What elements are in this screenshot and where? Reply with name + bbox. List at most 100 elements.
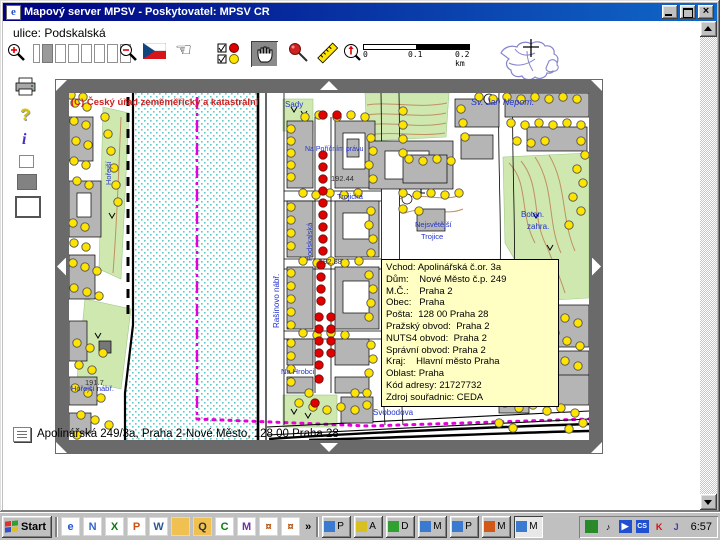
address-point[interactable] — [81, 242, 91, 252]
measure-ruler-tool[interactable] — [315, 41, 339, 65]
address-point[interactable] — [71, 136, 81, 146]
search-result-point[interactable] — [314, 324, 324, 334]
overflow-chevron[interactable]: » — [303, 521, 313, 533]
address-point[interactable] — [564, 220, 574, 230]
map-size-small-button[interactable] — [19, 155, 34, 168]
address-point[interactable] — [508, 423, 518, 433]
folder-icon[interactable] — [171, 517, 191, 536]
address-point[interactable] — [576, 120, 586, 130]
search-result-point[interactable] — [314, 348, 324, 358]
taskbar-window-button-2[interactable]: A — [354, 515, 384, 538]
pushpin-tool[interactable] — [287, 41, 310, 64]
taskbar-window-button-3[interactable]: D — [386, 515, 416, 538]
address-point[interactable] — [286, 294, 296, 304]
address-point[interactable] — [76, 410, 86, 420]
search-result-point[interactable] — [310, 398, 320, 408]
address-point[interactable] — [560, 313, 570, 323]
address-point[interactable] — [286, 338, 296, 348]
search-result-point[interactable] — [326, 312, 336, 322]
address-point[interactable] — [368, 234, 378, 244]
zoom-level-box-2[interactable] — [42, 44, 53, 63]
app1-icon[interactable]: ¤ — [259, 517, 279, 536]
address-point[interactable] — [350, 388, 360, 398]
address-point[interactable] — [84, 180, 94, 190]
address-point[interactable] — [69, 238, 79, 248]
address-point[interactable] — [440, 190, 450, 200]
address-point[interactable] — [362, 400, 372, 410]
address-point[interactable] — [72, 176, 82, 186]
zoom-level-box-3[interactable] — [55, 44, 66, 63]
address-point[interactable] — [87, 365, 97, 375]
help-button[interactable]: ? — [20, 105, 49, 125]
address-point[interactable] — [562, 118, 572, 128]
address-point[interactable] — [404, 154, 414, 164]
search-result-point[interactable] — [314, 374, 324, 384]
address-point[interactable] — [364, 160, 374, 170]
search-result-point[interactable] — [314, 336, 324, 346]
address-point[interactable] — [446, 156, 456, 166]
address-point[interactable] — [576, 206, 586, 216]
media-player-icon[interactable]: ▶ — [618, 520, 632, 533]
titlebar[interactable]: e Mapový server MPSV - Poskytovatel: MPS… — [3, 3, 717, 21]
address-point[interactable] — [92, 266, 102, 276]
search-result-point[interactable] — [316, 296, 326, 306]
address-point[interactable] — [572, 164, 582, 174]
address-point[interactable] — [364, 270, 374, 280]
search-result-point[interactable] — [316, 284, 326, 294]
address-point[interactable] — [300, 112, 310, 122]
address-point[interactable] — [366, 133, 376, 143]
address-point[interactable] — [568, 192, 578, 202]
address-point[interactable] — [103, 129, 113, 139]
address-point[interactable] — [69, 116, 79, 126]
address-point[interactable] — [398, 134, 408, 144]
notepad-icon[interactable]: N — [83, 517, 103, 536]
pan-northwest-arrow[interactable] — [56, 80, 67, 91]
czech-flag-icon[interactable] — [143, 43, 166, 59]
address-point[interactable] — [85, 343, 95, 353]
address-point[interactable] — [573, 361, 583, 371]
address-point[interactable] — [298, 328, 308, 338]
address-point[interactable] — [83, 140, 93, 150]
address-point[interactable] — [558, 93, 568, 102]
pan-southeast-arrow[interactable] — [591, 442, 602, 453]
address-point[interactable] — [494, 418, 504, 428]
app2-icon[interactable]: ¤ — [281, 517, 301, 536]
address-point[interactable] — [398, 204, 408, 214]
start-button[interactable]: Start — [2, 515, 53, 538]
search-result-point[interactable] — [332, 110, 342, 120]
address-point[interactable] — [304, 388, 314, 398]
mail-icon[interactable]: M — [237, 517, 257, 536]
zoom-level-selector[interactable] — [33, 44, 131, 63]
address-point[interactable] — [286, 320, 296, 330]
search-result-point[interactable] — [326, 336, 336, 346]
address-point[interactable] — [456, 104, 466, 114]
pan-east-arrow[interactable] — [592, 257, 601, 276]
taskbar-window-button-4[interactable]: M — [418, 515, 448, 538]
address-point[interactable] — [286, 160, 296, 170]
address-point[interactable] — [69, 258, 78, 268]
address-point[interactable] — [90, 415, 100, 425]
address-point[interactable] — [398, 120, 408, 130]
address-point[interactable] — [80, 262, 90, 272]
address-point[interactable] — [100, 112, 110, 122]
address-point[interactable] — [412, 190, 422, 200]
address-point[interactable] — [72, 338, 82, 348]
search-result-point[interactable] — [318, 174, 328, 184]
pan-west-arrow[interactable] — [57, 257, 66, 276]
back-hand-tool[interactable]: ☜ — [175, 41, 192, 61]
map-viewport[interactable]: (C) Český úřad zeměměřický a katastrální… — [55, 79, 603, 454]
address-point[interactable] — [576, 136, 586, 146]
taskbar-window-button-7[interactable]: M — [514, 515, 544, 538]
address-point[interactable] — [74, 360, 84, 370]
address-list-icon[interactable] — [13, 426, 31, 442]
address-point[interactable] — [69, 283, 79, 293]
address-point[interactable] — [81, 120, 91, 130]
address-point[interactable] — [366, 206, 376, 216]
address-point[interactable] — [340, 258, 350, 268]
address-point[interactable] — [82, 287, 92, 297]
address-point[interactable] — [96, 393, 106, 403]
address-point[interactable] — [294, 398, 304, 408]
pan-tool-selected[interactable] — [251, 41, 278, 67]
address-point[interactable] — [106, 146, 116, 156]
address-point[interactable] — [426, 188, 436, 198]
